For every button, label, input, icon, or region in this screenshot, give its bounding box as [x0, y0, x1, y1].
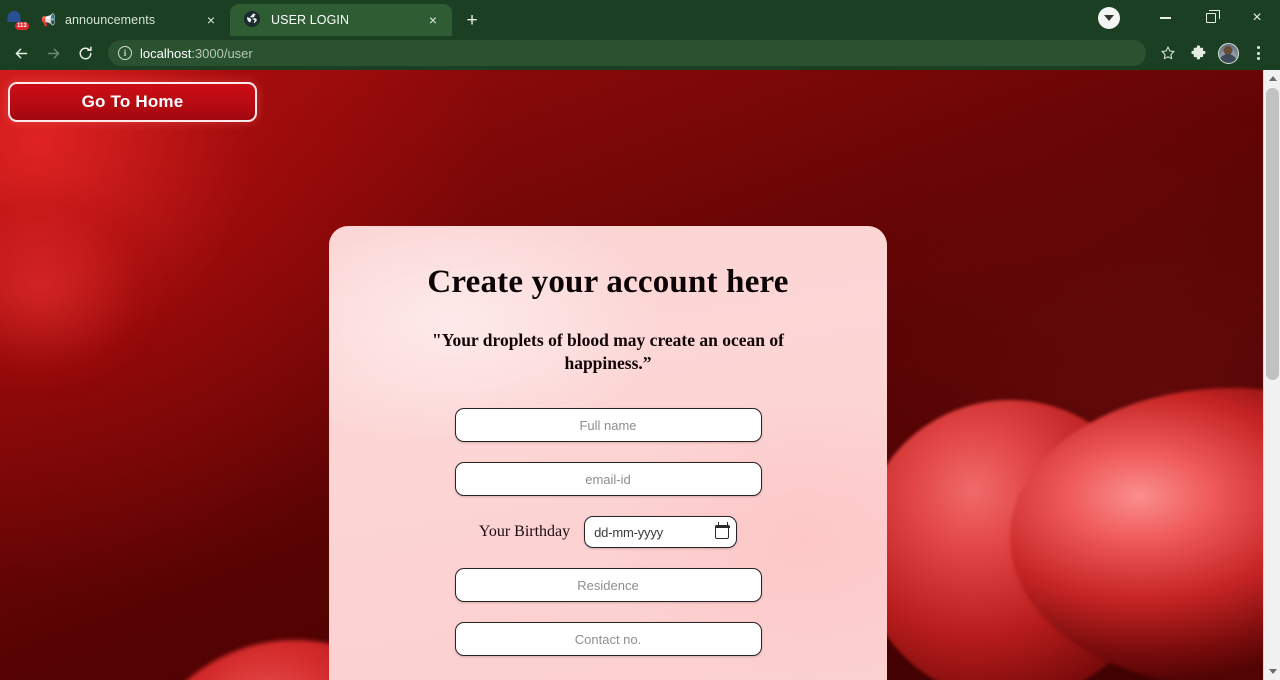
blood-cell-glow [0, 190, 160, 390]
birthday-date-input[interactable]: dd-mm-yyyy [584, 516, 738, 549]
field-row-residence [329, 568, 887, 603]
bookmark-star-icon[interactable] [1154, 39, 1182, 67]
scrollbar-thumb[interactable] [1266, 88, 1279, 380]
contact-input[interactable] [454, 622, 762, 657]
back-button[interactable] [6, 38, 36, 68]
tagline-quote: "Your droplets of blood may create an oc… [432, 330, 784, 374]
tab-user-login[interactable]: USER LOGIN × [230, 4, 452, 36]
address-bar[interactable]: i localhost:3000/user [108, 40, 1146, 66]
signup-page: Go To Home Create your account here "You… [0, 70, 1263, 680]
window-controls: × [1098, 0, 1280, 36]
scroll-up-arrow-icon[interactable] [1264, 70, 1280, 87]
minimize-button[interactable] [1142, 0, 1188, 36]
page-viewport: Go To Home Create your account here "You… [0, 70, 1280, 680]
close-window-button[interactable]: × [1234, 0, 1280, 36]
tab-strip: 113 📢 announcements × USER LOGIN × + × [0, 0, 1280, 36]
puzzle-piece-icon[interactable] [1184, 39, 1212, 67]
field-row-contact [329, 622, 887, 657]
browser-toolbar: i localhost:3000/user [0, 36, 1280, 70]
browser-window: 113 📢 announcements × USER LOGIN × + × i… [0, 0, 1280, 680]
tab-announcements[interactable]: 113 📢 announcements × [0, 4, 230, 36]
calendar-icon[interactable] [714, 521, 730, 540]
kebab-menu-icon[interactable] [1244, 39, 1272, 67]
residence-input[interactable] [454, 568, 762, 603]
url-host: localhost [140, 45, 192, 61]
url-text: localhost:3000/user [140, 46, 253, 61]
url-path: :3000/user [191, 45, 253, 61]
birthday-label: Your Birthday [478, 523, 571, 541]
tab-title: USER LOGIN [271, 13, 350, 27]
field-row-birthday: Your Birthday dd-mm-yyyy [329, 516, 887, 549]
megaphone-icon: 📢 [41, 13, 56, 27]
forward-button[interactable] [38, 38, 68, 68]
page-scrollbar[interactable] [1263, 70, 1280, 680]
signup-form: Your Birthday dd-mm-yyyy [329, 408, 887, 657]
tab-title: announcements [64, 13, 156, 27]
full-name-input[interactable] [454, 408, 762, 443]
field-row-full-name [329, 408, 887, 443]
profile-avatar[interactable] [1214, 39, 1242, 67]
email-input[interactable] [454, 462, 762, 497]
scroll-down-arrow-icon[interactable] [1264, 663, 1280, 680]
avatar-badge-icon: 113 [14, 11, 32, 30]
tab-search-icon[interactable] [1098, 7, 1120, 29]
reload-button[interactable] [70, 38, 100, 68]
signup-card: Create your account here "Your droplets … [329, 226, 887, 680]
birthday-date-value: dd-mm-yyyy [594, 524, 663, 540]
globe-icon [244, 11, 262, 29]
maximize-button[interactable] [1188, 0, 1234, 36]
site-info-icon[interactable]: i [118, 46, 132, 60]
tab-close-button[interactable]: × [202, 11, 220, 29]
field-row-email [329, 462, 887, 497]
tab-favicon-badge: 113 [15, 22, 29, 30]
new-tab-button[interactable]: + [458, 6, 486, 34]
page-title: Create your account here [427, 264, 789, 300]
go-to-home-button[interactable]: Go To Home [8, 82, 257, 122]
tab-close-button[interactable]: × [424, 11, 442, 29]
